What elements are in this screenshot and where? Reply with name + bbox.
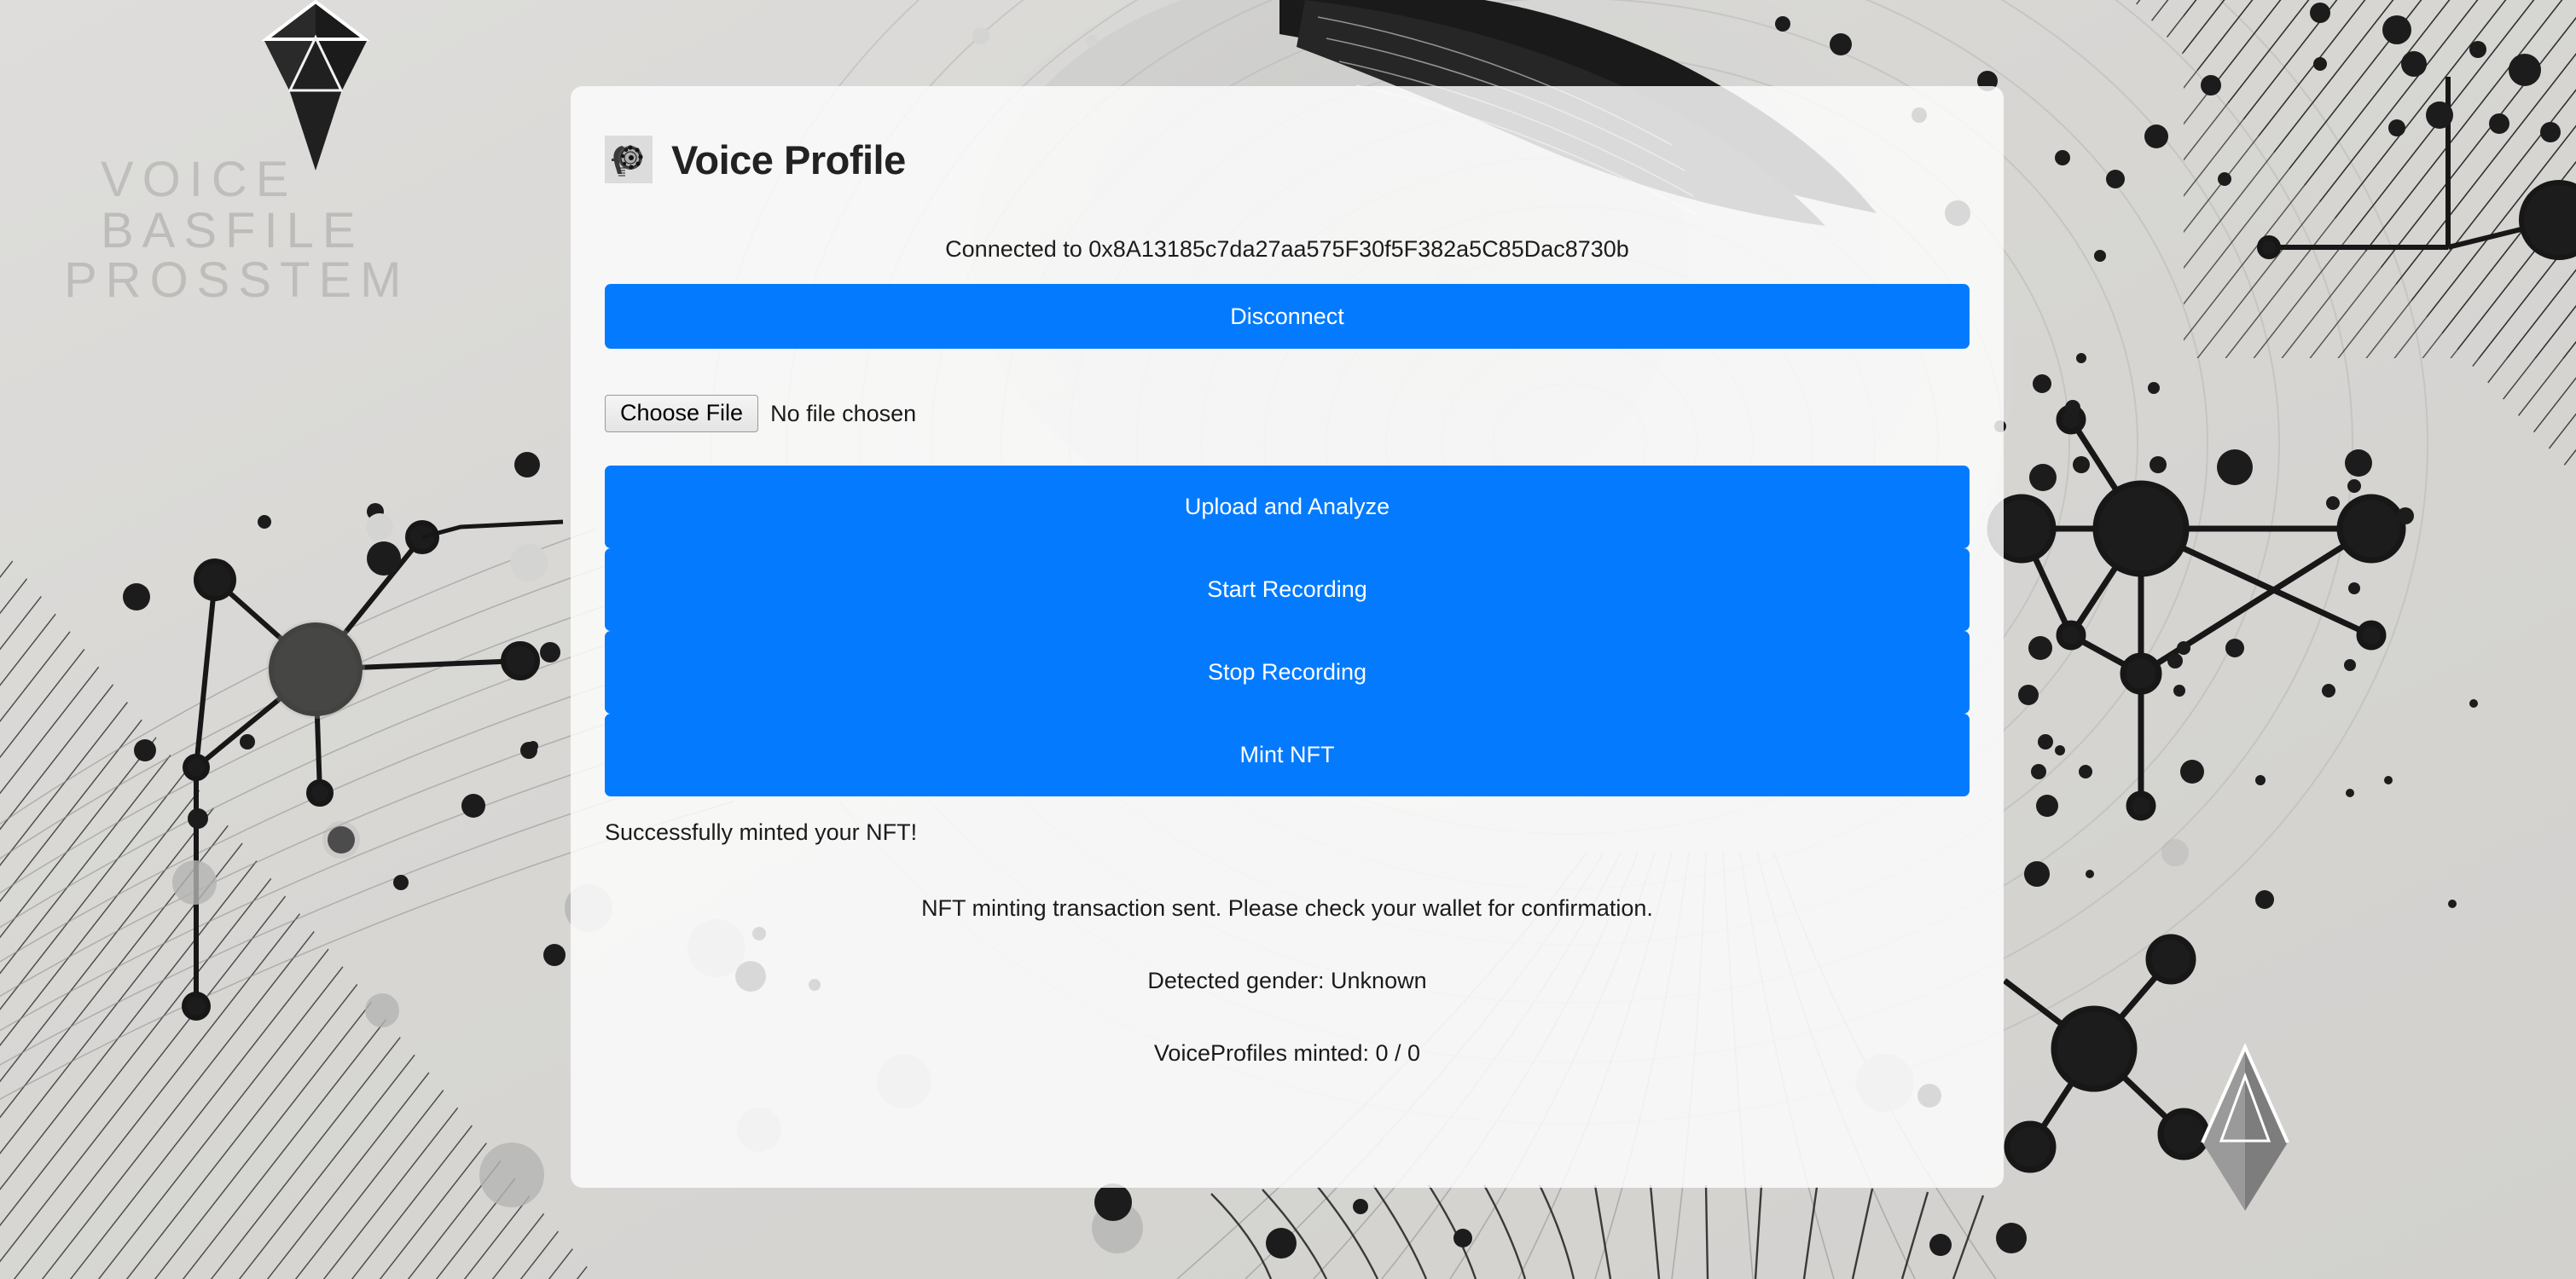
mint-success-message: Successfully minted your NFT! — [605, 819, 918, 845]
detected-gender-label: Detected gender: Unknown — [1147, 968, 1427, 993]
brain-head-circuit-icon — [605, 136, 653, 183]
bg-watermark-line-3: PROSSTEM — [64, 252, 410, 308]
profiles-minted-count: VoiceProfiles minted: 0 / 0 — [1153, 1040, 1421, 1066]
upload-and-analyze-button[interactable]: Upload and Analyze — [605, 466, 1970, 548]
stop-recording-button[interactable]: Stop Recording — [605, 631, 1970, 714]
card-header: Voice Profile — [571, 86, 2004, 183]
mint-nft-button[interactable]: Mint NFT — [605, 714, 1970, 796]
wallet-connected-status: Connected to 0x8A13185c7da27aa575F30f5F3… — [945, 236, 1629, 262]
choose-file-button[interactable]: Choose File — [605, 395, 759, 432]
voice-profile-card: Voice Profile Connected to 0x8A13185c7da… — [571, 86, 2004, 1188]
file-input-row[interactable]: Choose File No file chosen — [605, 385, 1970, 442]
bg-watermark-line-2: BASFILE — [101, 203, 364, 258]
bg-watermark-line-1: VOICE — [101, 152, 298, 207]
start-recording-button[interactable]: Start Recording — [605, 548, 1970, 631]
page-title: Voice Profile — [671, 136, 906, 182]
disconnect-button[interactable]: Disconnect — [605, 284, 1970, 349]
action-button-stack: Upload and Analyze Start Recording Stop … — [605, 466, 1970, 796]
transaction-sent-message: NFT minting transaction sent. Please che… — [921, 895, 1653, 921]
file-status-label: No file chosen — [770, 400, 917, 426]
